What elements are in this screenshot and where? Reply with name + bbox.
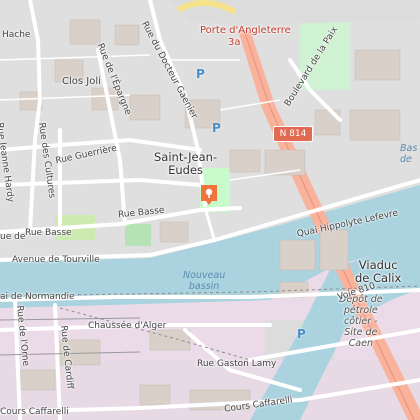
parking-icon[interactable]: P: [196, 68, 205, 80]
clos-joli-label: Clos Joli: [62, 76, 101, 87]
depot-petrole-label: Dépôt de pétrole côtier - Site de Caen: [339, 294, 383, 349]
map-canvas[interactable]: N 814 P P P Porte d'Angleterre 3a Clos J…: [0, 0, 420, 420]
location-marker-icon[interactable]: [199, 183, 219, 207]
rue-basse-label: Rue Basse: [25, 228, 72, 238]
viaduc-de-calix-label: Viaduc de Calix: [355, 258, 402, 285]
hache-road-label: Hache: [2, 30, 31, 40]
bassin-partial-label: Bas de: [400, 143, 418, 165]
cours-caffarelli-label: Cours Caffarelli: [0, 407, 69, 417]
avenue-de-tourville-label: Avenue de Tourville: [12, 255, 100, 265]
nouveau-bassin-label: Nouveau bassin: [183, 270, 226, 292]
parking-icon[interactable]: P: [297, 328, 306, 340]
porte-number-label: 3a: [228, 37, 241, 48]
n814-road-shield: N 814: [273, 126, 313, 142]
chaussee-dalger-label: Chaussée d'Alger: [88, 321, 167, 331]
porte-dangleterre-label: Porte d'Angleterre: [200, 25, 291, 36]
quai-de-normandie-label: ai de Normandie: [0, 292, 75, 302]
rue-de-label: ue de: [0, 232, 26, 242]
parking-icon[interactable]: P: [212, 122, 221, 134]
saint-jean-eudes-label: Saint-Jean- Eudes: [154, 150, 218, 177]
rue-gaston-lamy-label: Rue Gaston Lamy: [197, 359, 277, 369]
